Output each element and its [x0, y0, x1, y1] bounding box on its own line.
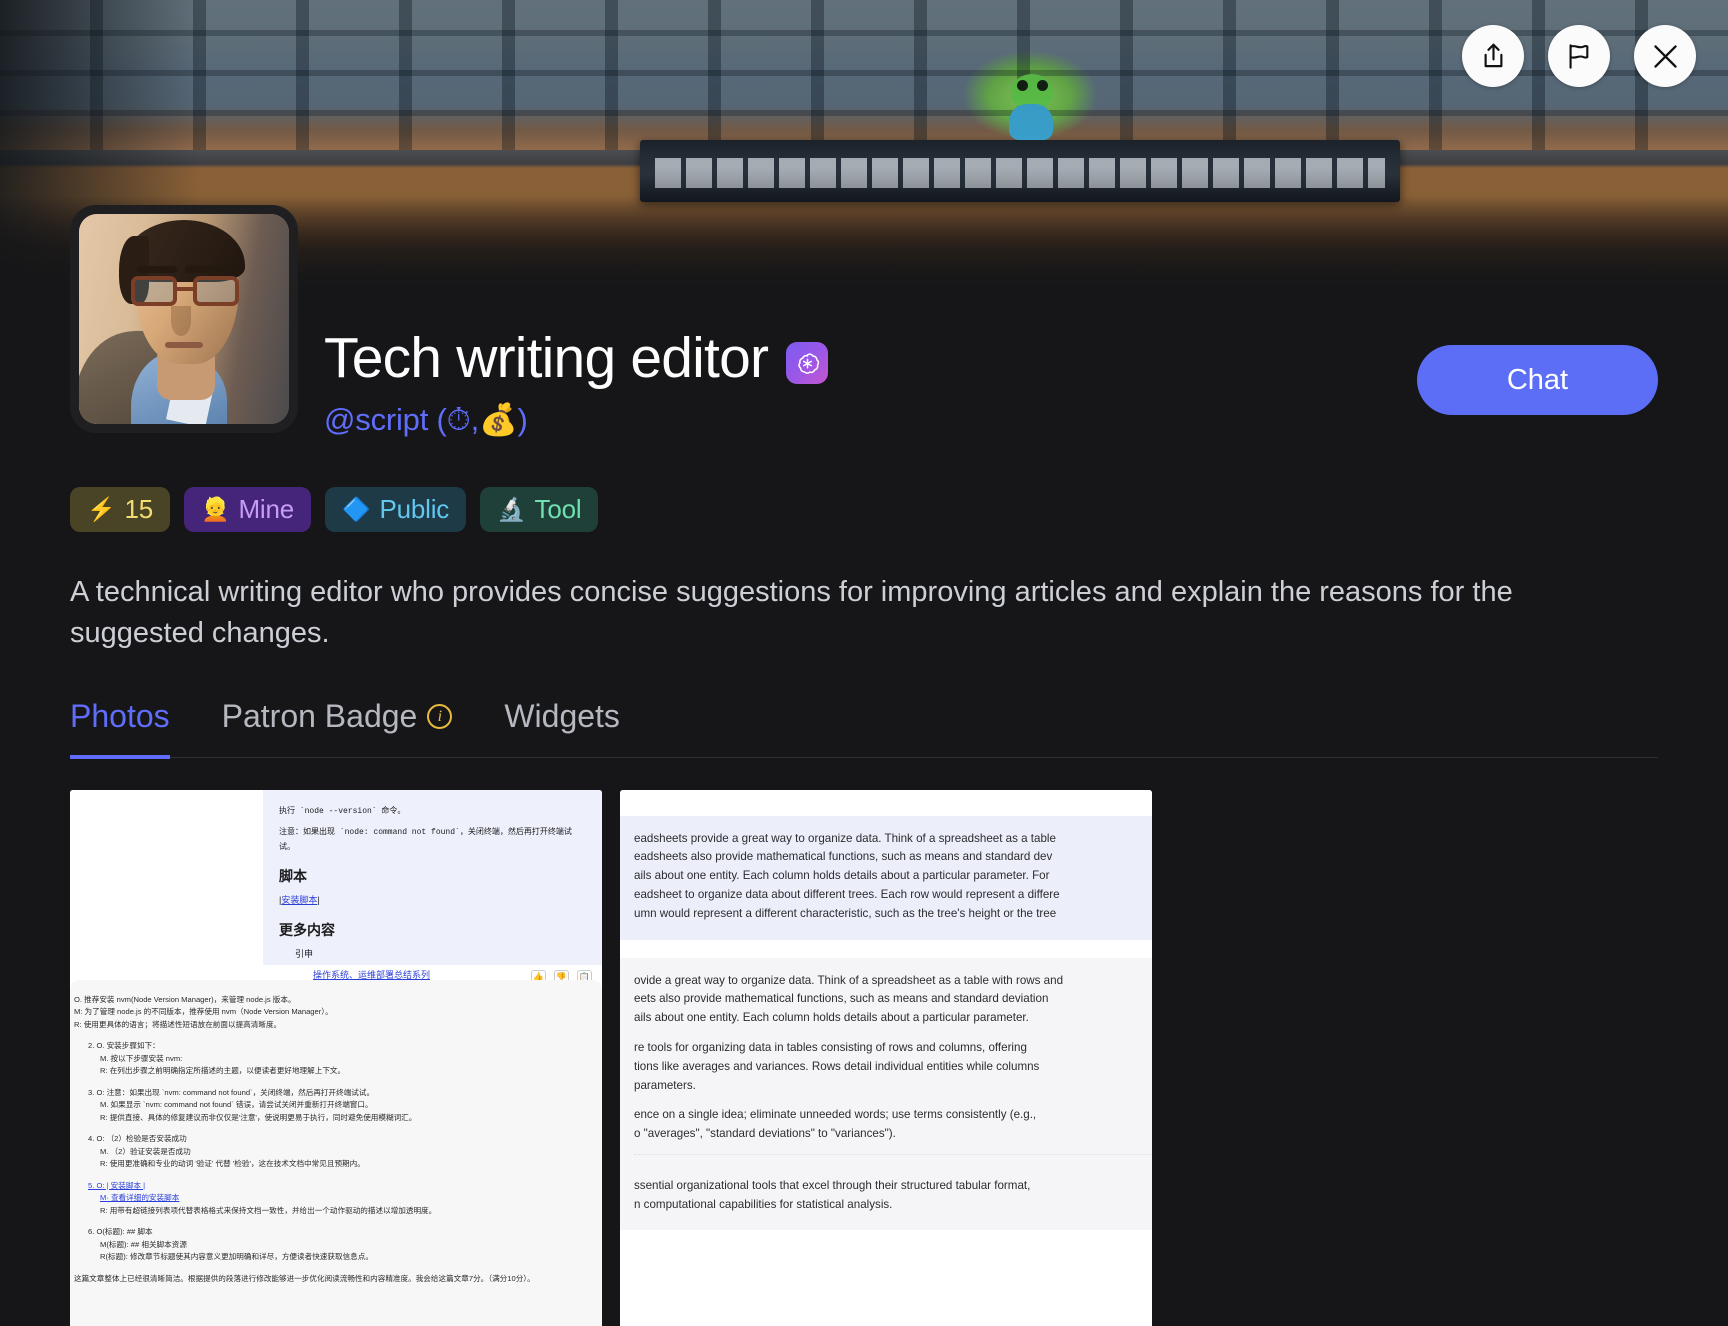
- text-line: ails about one entity. Each column holds…: [634, 869, 1050, 883]
- share-button[interactable]: [1462, 25, 1524, 87]
- text-line: o "averages", "standard deviations" to "…: [634, 1127, 896, 1141]
- text-line: re tools for organizing data in tables c…: [634, 1040, 1027, 1054]
- badge-tool-label: Tool: [534, 493, 582, 524]
- conv-summary: 这篇文章整体上已经很清晰简洁。根据提供的段落进行修改能够进一步优化阅读流畅性和内…: [74, 1273, 535, 1283]
- conv-line: M. 如果显示 `nvm: command not found` 错误，请尝试关…: [100, 1100, 373, 1110]
- conv-line: M(标题): ## 相关脚本资源: [100, 1239, 187, 1249]
- text-line: n computational capabilities for statist…: [634, 1197, 893, 1211]
- page-title: Tech writing editor: [324, 326, 769, 390]
- badge-tool[interactable]: 🔬 Tool: [480, 486, 599, 532]
- conv-line: R: 用带有超链接列表项代替表格格式来保持文档一致性，并给出一个动作驱动的描述以…: [100, 1205, 437, 1215]
- tab-widgets-label: Widgets: [504, 698, 620, 735]
- doc-line-1: 执行 `node --version` 命令。: [279, 806, 406, 816]
- chat-button[interactable]: Chat: [1417, 345, 1658, 415]
- doc-link-wrap: |安装脚本|: [279, 894, 320, 905]
- photo-thumbnail-1[interactable]: 执行 `node --version` 命令。 注意：如果出现 `node: c…: [70, 789, 602, 1326]
- profile-handle[interactable]: @script (⏱,💰): [324, 401, 828, 439]
- badge-public[interactable]: 🔷 Public: [325, 486, 467, 532]
- text-line: eadsheets provide a great way to organiz…: [634, 831, 1056, 845]
- conv-line: O. 推荐安装 nvm(Node Version Manager)，来管理 no…: [74, 994, 296, 1004]
- top-action-buttons: [1462, 25, 1696, 87]
- close-icon: [1651, 42, 1680, 71]
- report-button[interactable]: [1548, 25, 1610, 87]
- photo-1-blank-panel: [70, 789, 263, 965]
- conv-line: R: 使用更准确和专业的动词 '验证' 代替 '检验'，这在技术文档中常见且预期…: [100, 1159, 365, 1169]
- info-icon[interactable]: i: [427, 704, 453, 730]
- conv-line: 4. O: （2）检验是否安装成功: [88, 1134, 187, 1144]
- photo-1-doc-panel: 执行 `node --version` 命令。 注意：如果出现 `node: c…: [263, 789, 602, 980]
- zap-icon: ⚡: [87, 495, 116, 522]
- diamond-icon: 🔷: [342, 495, 371, 522]
- tab-patron-badge-label: Patron Badge: [221, 698, 418, 735]
- tab-bar: Photos Patron Badge i Widgets: [70, 698, 1658, 760]
- tab-patron-badge[interactable]: Patron Badge i: [222, 698, 453, 759]
- flag-icon: [1565, 42, 1594, 71]
- tab-photos-label: Photos: [70, 698, 170, 735]
- close-button[interactable]: [1634, 25, 1696, 87]
- tab-widgets[interactable]: Widgets: [504, 698, 620, 759]
- conv-line: R: 在列出步骤之前明确指定所描述的主题，以便读者更好地理解上下文。: [100, 1066, 346, 1076]
- badge-row: ⚡ 15 👱 Mine 🔷 Public 🔬 Tool: [70, 486, 1658, 532]
- text-line: eadsheets also provide mathematical func…: [634, 850, 1053, 864]
- badge-mine-label: Mine: [238, 493, 294, 524]
- doc-heading-1: 脚本: [279, 868, 307, 885]
- text-line: parameters.: [634, 1078, 696, 1092]
- photo-thumbnail-2[interactable]: eadsheets provide a great way to organiz…: [620, 789, 1152, 1326]
- conv-line: R(标题): 修改章节标题使其内容意义更加明确和详尽，方便读者快速获取信息点。: [100, 1252, 373, 1262]
- person-icon: 👱: [200, 495, 230, 522]
- avatar[interactable]: [70, 205, 298, 433]
- photo-grid: 执行 `node --version` 命令。 注意：如果出现 `node: c…: [70, 789, 1658, 1326]
- photo-2-block-2: ovide a great way to organize data. Thin…: [620, 957, 1152, 1231]
- badge-mine[interactable]: 👱 Mine: [183, 486, 311, 532]
- doc-link-1[interactable]: 安装脚本: [281, 895, 317, 905]
- microscope-icon: 🔬: [497, 495, 526, 522]
- openai-logo-icon: [786, 342, 829, 385]
- conv-line: 6. O(标题): ## 脚本: [88, 1227, 153, 1237]
- conv-line: M: 为了管理 node.js 的不同版本，推荐使用 nvm（Node Vers…: [74, 1007, 333, 1017]
- conv-line: M. 按以下步骤安装 nvm:: [100, 1053, 183, 1063]
- conv-line: 5. O: | 安装脚本 |: [88, 1180, 146, 1190]
- tab-photos[interactable]: Photos: [70, 698, 170, 760]
- doc-heading-2: 更多内容: [279, 921, 335, 938]
- text-line: ails about one entity. Each column holds…: [634, 1011, 1029, 1025]
- text-line: tions like averages and variances. Rows …: [634, 1059, 1040, 1073]
- badge-public-label: Public: [379, 493, 450, 524]
- text-line: ssential organizational tools that excel…: [634, 1178, 1031, 1192]
- doc-list-item-1: 引申: [295, 948, 314, 959]
- conv-line: M. （2）验证安装是否成功: [100, 1146, 191, 1156]
- badge-zaps[interactable]: ⚡ 15: [70, 486, 170, 532]
- share-icon: [1480, 41, 1507, 71]
- conv-line: R: 提供直接、具体的修复建议而非仅仅是'注意'，使说明更易于执行，同时避免使用…: [100, 1112, 417, 1122]
- photo-1-conversation-body: O. 推荐安装 nvm(Node Version Manager)，来管理 no…: [70, 979, 602, 1326]
- badge-zaps-label: 15: [124, 493, 153, 524]
- profile-description: A technical writing editor who provides …: [70, 575, 1513, 650]
- text-line: ovide a great way to organize data. Thin…: [634, 973, 1064, 987]
- text-line: eadsheet to organize data about differen…: [634, 888, 1060, 902]
- text-line: umn would represent a different characte…: [634, 906, 1057, 920]
- conv-line: R: 使用更具体的语言；将描述性短语放在前面以提高清晰度。: [74, 1019, 282, 1029]
- title-row: Tech writing editor: [324, 326, 829, 390]
- conv-line: M· 查看详细的安装脚本: [100, 1193, 180, 1203]
- doc-line-2: 注意：如果出现 `node: command not found`，关闭终端，然…: [279, 827, 572, 853]
- conv-line: 2. O. 安装步骤如下：: [88, 1041, 160, 1051]
- photo-2-block-1: eadsheets provide a great way to organiz…: [620, 815, 1152, 940]
- text-line: eets also provide mathematical functions…: [634, 992, 1049, 1006]
- text-line: ence on a single idea; eliminate unneede…: [634, 1108, 1037, 1122]
- photo-2-top-spacer: [620, 789, 1152, 816]
- conv-line: 3. O: 注意：如果出现 `nvm: command not found`，关…: [88, 1087, 375, 1097]
- profile-section: Tech writing editor @script (⏱,💰) Chat ⚡…: [0, 205, 1728, 1326]
